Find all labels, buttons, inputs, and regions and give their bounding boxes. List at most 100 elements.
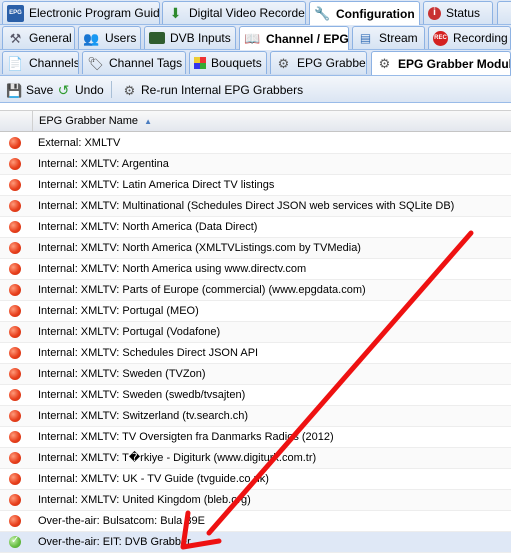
- tab-label: Users: [105, 31, 137, 45]
- tab-users[interactable]: 👥 Users: [78, 26, 141, 49]
- save-icon: 💾: [6, 82, 23, 98]
- status-disabled-icon: [9, 410, 21, 422]
- table-row[interactable]: Internal: XMLTV: UK - TV Guide (tvguide.…: [0, 469, 511, 490]
- info-icon: i: [428, 6, 441, 20]
- table-row[interactable]: Internal: XMLTV: Latin America Direct TV…: [0, 175, 511, 196]
- tab-bouquets[interactable]: Bouquets: [189, 51, 267, 74]
- table-row[interactable]: Internal: XMLTV: Switzerland (tv.search.…: [0, 406, 511, 427]
- row-label: Internal: XMLTV: TV Oversigten fra Danma…: [38, 431, 334, 443]
- column-header-label: EPG Grabber Name: [39, 115, 139, 127]
- tools-icon: ⚒: [9, 30, 22, 46]
- table-row[interactable]: Internal: XMLTV: North America using www…: [0, 259, 511, 280]
- epg-grabber-icon: ⚙: [277, 55, 290, 71]
- tab-configuration[interactable]: 🔧 Configuration: [309, 1, 420, 25]
- config-tabbar: ⚒ General 👥 Users DVB Inputs 📖 Channel /…: [0, 25, 511, 50]
- table-row[interactable]: Internal: XMLTV: Argentina: [0, 154, 511, 175]
- table-row[interactable]: Internal: XMLTV: Portugal (Vodafone): [0, 322, 511, 343]
- row-label: Internal: XMLTV: Switzerland (tv.search.…: [38, 410, 249, 422]
- status-disabled-icon: [9, 431, 21, 443]
- row-label: Internal: XMLTV: UK - TV Guide (tvguide.…: [38, 473, 269, 485]
- grabber-icon: ⚙: [123, 82, 136, 98]
- save-button[interactable]: 💾 Save: [6, 81, 53, 99]
- table-row[interactable]: Internal: XMLTV: Sweden (swedb/tvsajten): [0, 385, 511, 406]
- toolbar-separator: [111, 81, 112, 98]
- tab-label: EPG Grabber Module: [398, 56, 511, 71]
- tab-label: General: [29, 31, 72, 45]
- undo-label: Undo: [75, 83, 104, 97]
- tab-stream[interactable]: ▤ Stream: [352, 26, 425, 49]
- status-enabled-icon: [9, 535, 21, 548]
- tab-channel-epg[interactable]: 📖 Channel / EPG: [239, 26, 349, 50]
- row-label: Internal: XMLTV: Multinational (Schedule…: [38, 200, 455, 212]
- table-row[interactable]: Internal: XMLTV: Parts of Europe (commer…: [0, 280, 511, 301]
- sub-tabbar: 📄 Channels 🏷 Channel Tags Bouquets ⚙ EPG…: [0, 50, 511, 76]
- card-icon: [149, 32, 165, 44]
- tab-epg-grabber-module[interactable]: ⚙ EPG Grabber Module: [371, 51, 511, 75]
- column-header-name[interactable]: EPG Grabber Name ▲: [32, 111, 152, 131]
- wrench-icon: 🔧: [314, 6, 331, 21]
- main-tabbar: EPG Electronic Program Guide ⬇ Digital V…: [0, 0, 511, 25]
- tags-icon: 🏷: [87, 55, 104, 71]
- sort-asc-icon: ▲: [144, 117, 153, 126]
- tab-label: Channel Tags: [109, 56, 183, 70]
- status-disabled-icon: [9, 473, 21, 485]
- save-label: Save: [26, 83, 54, 97]
- tab-recording[interactable]: REC Recording: [428, 26, 511, 49]
- status-disabled-icon: [9, 368, 21, 380]
- table-row[interactable]: Internal: XMLTV: North America (Data Dir…: [0, 217, 511, 238]
- row-label: Internal: XMLTV: Portugal (Vodafone): [38, 326, 221, 338]
- tab-status[interactable]: i Status: [423, 1, 493, 24]
- row-label: Internal: XMLTV: North America (XMLTVLis…: [38, 242, 361, 254]
- undo-button[interactable]: ↺ Undo: [55, 81, 104, 99]
- table-row[interactable]: Internal: XMLTV: T�rkiye - Digiturk (www…: [0, 448, 511, 469]
- tab-label: Channel / EPG: [266, 31, 349, 46]
- row-label: Internal: XMLTV: Sweden (TVZon): [38, 368, 206, 380]
- tab-label: Recording: [453, 31, 508, 45]
- tab-dvb-inputs[interactable]: DVB Inputs: [144, 26, 236, 49]
- table-row[interactable]: Over-the-air: Bulsatcom: Bula 39E: [0, 511, 511, 532]
- book-icon: 📖: [244, 31, 261, 46]
- tab-dvr[interactable]: ⬇ Digital Video Recorder: [162, 1, 306, 24]
- tab-epg-grabber[interactable]: ⚙ EPG Grabber: [270, 51, 367, 74]
- tab-label: EPG Grabber: [297, 56, 367, 70]
- row-label: External: XMLTV: [38, 137, 121, 149]
- rec-icon: REC: [433, 30, 448, 46]
- status-disabled-icon: [9, 200, 21, 212]
- rerun-label: Re-run Internal EPG Grabbers: [141, 83, 304, 97]
- tab-label: Status: [446, 6, 481, 20]
- status-disabled-icon: [9, 452, 21, 464]
- tab-label: Channels: [29, 56, 79, 70]
- row-label: Internal: XMLTV: Argentina: [38, 158, 169, 170]
- tab-channel-tags[interactable]: 🏷 Channel Tags: [82, 51, 186, 74]
- tab-general[interactable]: ⚒ General: [2, 26, 75, 49]
- undo-icon: ↺: [57, 82, 70, 98]
- row-label: Internal: XMLTV: United Kingdom (bleb.or…: [38, 494, 251, 506]
- status-disabled-icon: [9, 515, 21, 527]
- table-row[interactable]: External: XMLTV: [0, 133, 511, 154]
- table-row[interactable]: Internal: XMLTV: Schedules Direct JSON A…: [0, 343, 511, 364]
- module-icon: ⚙: [378, 56, 391, 71]
- row-label: Internal: XMLTV: Portugal (MEO): [38, 305, 199, 317]
- tab-label: DVB Inputs: [170, 31, 231, 45]
- table-row[interactable]: Over-the-air: EIT: DVB Grabber: [0, 532, 511, 553]
- row-label: Internal: XMLTV: Sweden (swedb/tvsajten): [38, 389, 246, 401]
- status-disabled-icon: [9, 263, 21, 275]
- table-row[interactable]: Internal: XMLTV: TV Oversigten fra Danma…: [0, 427, 511, 448]
- status-disabled-icon: [9, 158, 21, 170]
- tab-channels[interactable]: 📄 Channels: [2, 51, 79, 74]
- table-row[interactable]: Internal: XMLTV: United Kingdom (bleb.or…: [0, 490, 511, 511]
- tab-epg[interactable]: EPG Electronic Program Guide: [2, 1, 160, 24]
- table-row[interactable]: Internal: XMLTV: Multinational (Schedule…: [0, 196, 511, 217]
- table-row[interactable]: Internal: XMLTV: North America (XMLTVLis…: [0, 238, 511, 259]
- tab-overflow-edge: [497, 1, 511, 24]
- rerun-grabbers-button[interactable]: ⚙ Re-run Internal EPG Grabbers: [121, 81, 303, 99]
- tab-label: Stream: [379, 31, 418, 45]
- row-label: Internal: XMLTV: Parts of Europe (commer…: [38, 284, 366, 296]
- table-row[interactable]: Internal: XMLTV: Sweden (TVZon): [0, 364, 511, 385]
- table-row[interactable]: Internal: XMLTV: Portugal (MEO): [0, 301, 511, 322]
- row-label: Internal: XMLTV: North America using www…: [38, 263, 307, 275]
- status-disabled-icon: [9, 137, 21, 149]
- status-disabled-icon: [9, 389, 21, 401]
- tab-label: Digital Video Recorder: [189, 6, 306, 20]
- status-disabled-icon: [9, 242, 21, 254]
